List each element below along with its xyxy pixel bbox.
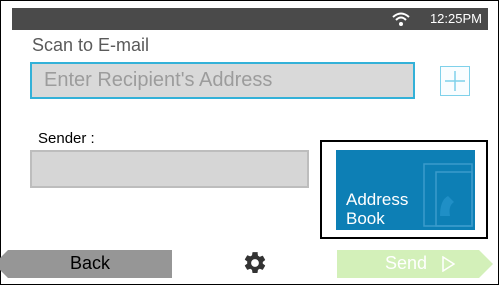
address-book-button[interactable]: Address Book bbox=[320, 140, 488, 239]
gear-icon[interactable] bbox=[242, 250, 268, 276]
status-time: 12:25PM bbox=[429, 11, 482, 26]
page-title: Scan to E-mail bbox=[32, 35, 150, 55]
sender-label: Sender : bbox=[38, 130, 95, 147]
send-label: Send bbox=[385, 253, 428, 273]
send-button[interactable]: Send bbox=[337, 250, 493, 278]
wifi-icon bbox=[392, 12, 410, 26]
address-book-label: Address Book bbox=[346, 190, 409, 228]
recipient-address-input[interactable] bbox=[32, 64, 413, 97]
play-arrow-icon bbox=[442, 256, 455, 272]
add-recipient-button[interactable] bbox=[440, 66, 470, 96]
sender-field[interactable] bbox=[30, 150, 309, 188]
plus-icon bbox=[445, 71, 465, 91]
send-arrow-shape bbox=[479, 250, 493, 278]
address-book-tile: Address Book bbox=[336, 150, 475, 230]
back-arrow-shape bbox=[0, 250, 8, 278]
back-label: Back bbox=[69, 253, 111, 273]
status-bar: 12:25PM bbox=[12, 8, 488, 30]
recipient-address-field[interactable] bbox=[30, 62, 415, 99]
back-button[interactable]: Back bbox=[0, 250, 172, 278]
